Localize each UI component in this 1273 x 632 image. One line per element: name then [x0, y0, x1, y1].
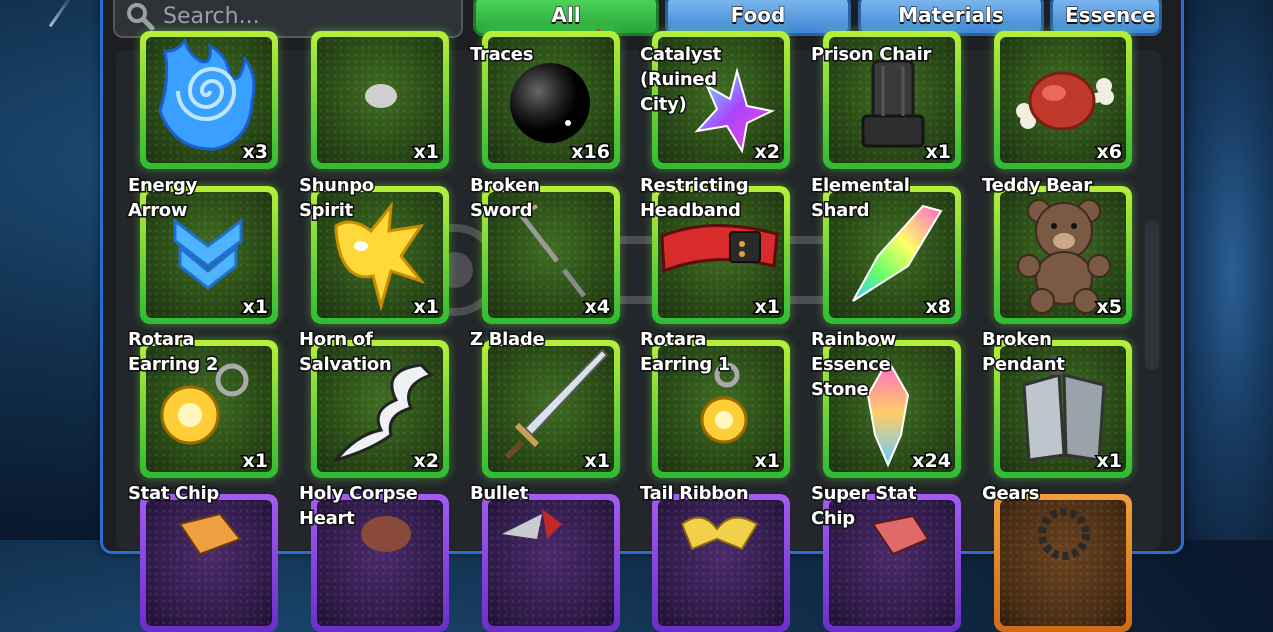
item-quantity: x2 [412, 449, 441, 474]
item-name: Rotara Earring 2 [127, 328, 220, 377]
search-icon [127, 3, 155, 31]
item-name: Tail Ribbon [639, 482, 751, 506]
item-card[interactable] [652, 494, 790, 632]
item-name: Rainbow Essence Stone [810, 328, 898, 402]
item-quantity: x3 [241, 140, 270, 165]
item-quantity: x1 [753, 295, 782, 320]
item-name: Traces [469, 43, 535, 67]
item-name: Horn of Salvation [298, 328, 394, 377]
item-card[interactable] [482, 494, 620, 632]
item-card[interactable]: x1 [482, 340, 620, 478]
item-quantity: x1 [412, 140, 441, 165]
item-quantity: x5 [1095, 295, 1124, 320]
item-name: Super Stat Chip [810, 482, 919, 531]
item-name: Shunpo Spirit [298, 174, 376, 223]
gears-icon [1038, 508, 1090, 560]
item-name: Gears [981, 482, 1042, 506]
item-quantity: x1 [241, 449, 270, 474]
item-name: Catalyst (Ruined City) [639, 43, 723, 117]
light-streak [48, 0, 75, 28]
item-card[interactable]: x3 [140, 31, 278, 169]
item-name: Energy Arrow [127, 174, 199, 223]
item-quantity: x1 [753, 449, 782, 474]
item-name: Elemental Shard [810, 174, 912, 223]
item-card[interactable]: x1 [311, 31, 449, 169]
item-card[interactable]: x6 [994, 31, 1132, 169]
search-input[interactable] [161, 0, 455, 32]
item-quantity: x24 [911, 449, 953, 474]
item-quantity: x4 [583, 295, 612, 320]
background-right [1170, 0, 1273, 540]
item-name: Broken Sword [469, 174, 542, 223]
item-card[interactable] [994, 494, 1132, 632]
tail-ribbon-icon [680, 516, 759, 551]
item-name: Z Blade [469, 328, 547, 352]
bullet-icon [502, 509, 562, 539]
item-quantity: x16 [570, 140, 612, 165]
scrollbar[interactable] [1145, 220, 1159, 370]
item-quantity: x8 [924, 295, 953, 320]
item-name: Teddy Bear [981, 174, 1094, 198]
item-card[interactable] [140, 494, 278, 632]
item-quantity: x1 [583, 449, 612, 474]
item-name: Stat Chip [127, 482, 221, 506]
item-quantity: x2 [753, 140, 782, 165]
item-name: Bullet [469, 482, 530, 506]
item-name: Restricting Headband [639, 174, 751, 223]
item-card[interactable]: x5 [994, 186, 1132, 324]
item-quantity: x1 [924, 140, 953, 165]
item-name: Rotara Earring 1 [639, 328, 732, 377]
item-name: Broken Pendant [981, 328, 1067, 377]
item-quantity: x1 [241, 295, 270, 320]
item-name: Prison Chair [810, 43, 933, 67]
stat-chip-icon [178, 512, 242, 556]
item-name: Holy Corpse Heart [298, 482, 420, 531]
item-quantity: x1 [412, 295, 441, 320]
item-quantity: x6 [1095, 140, 1124, 165]
item-quantity: x1 [1095, 449, 1124, 474]
